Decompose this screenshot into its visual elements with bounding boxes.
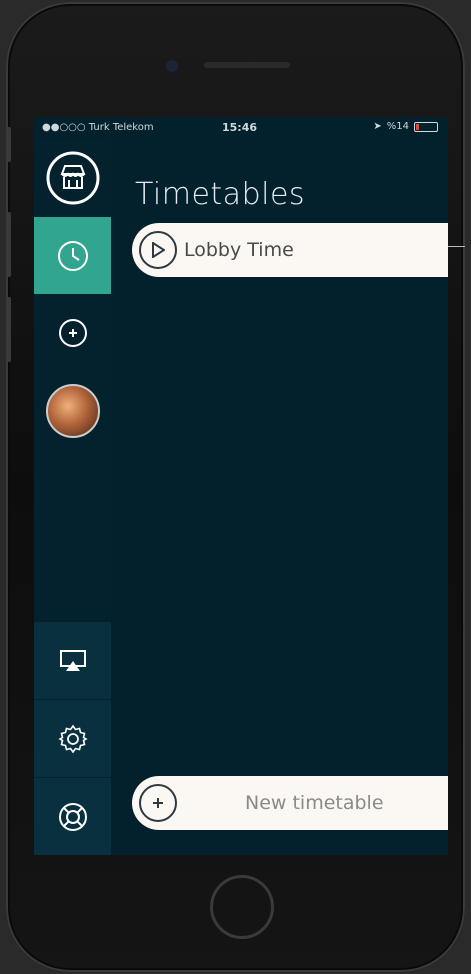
annotation-line: [448, 246, 465, 247]
play-icon[interactable]: [139, 231, 177, 269]
lifebuoy-icon: [58, 802, 87, 831]
status-bar: ●●○○○ Turk Telekom 15:46 ➤ %14: [34, 117, 448, 139]
plus-icon: [139, 784, 177, 822]
sidebar: [34, 139, 111, 855]
sidebar-item-timetables[interactable]: [34, 217, 111, 294]
timetable-label: Lobby Time: [184, 239, 294, 261]
clock-time: 15:46: [222, 121, 258, 134]
avatar: [45, 383, 100, 438]
sidebar-item-add[interactable]: [34, 294, 111, 371]
battery-icon: [414, 121, 438, 132]
battery-fill: [416, 123, 419, 130]
battery-percent: %14: [386, 121, 409, 132]
home-button[interactable]: [210, 875, 274, 939]
sidebar-item-help[interactable]: [34, 778, 111, 855]
volume-up-button: [6, 212, 11, 277]
airplay-icon: [59, 649, 86, 671]
new-timetable-button[interactable]: New timetable: [132, 776, 448, 830]
clock-icon: [57, 240, 88, 271]
location-icon: ➤: [373, 121, 382, 132]
carrier-label: ●●○○○ Turk Telekom: [42, 122, 154, 133]
sidebar-item-settings[interactable]: [34, 700, 111, 777]
timetable-item-lobby-time[interactable]: Lobby Time: [132, 223, 448, 277]
page-title: Timetables: [135, 177, 306, 212]
volume-down-button: [6, 297, 11, 362]
new-timetable-label: New timetable: [245, 792, 384, 814]
sidebar-item-airplay[interactable]: [34, 622, 111, 699]
mute-switch: [6, 127, 11, 162]
app-screen: ●●○○○ Turk Telekom 15:46 ➤ %14 Timetable…: [34, 117, 448, 855]
sidebar-item-store[interactable]: [34, 139, 111, 216]
earpiece-speaker: [204, 62, 290, 68]
add-circle-icon: [58, 318, 87, 347]
status-right: ➤ %14: [373, 121, 438, 132]
store-icon: [46, 151, 99, 204]
front-camera: [166, 60, 178, 72]
sidebar-item-profile[interactable]: [34, 372, 111, 449]
gear-icon: [57, 724, 88, 753]
